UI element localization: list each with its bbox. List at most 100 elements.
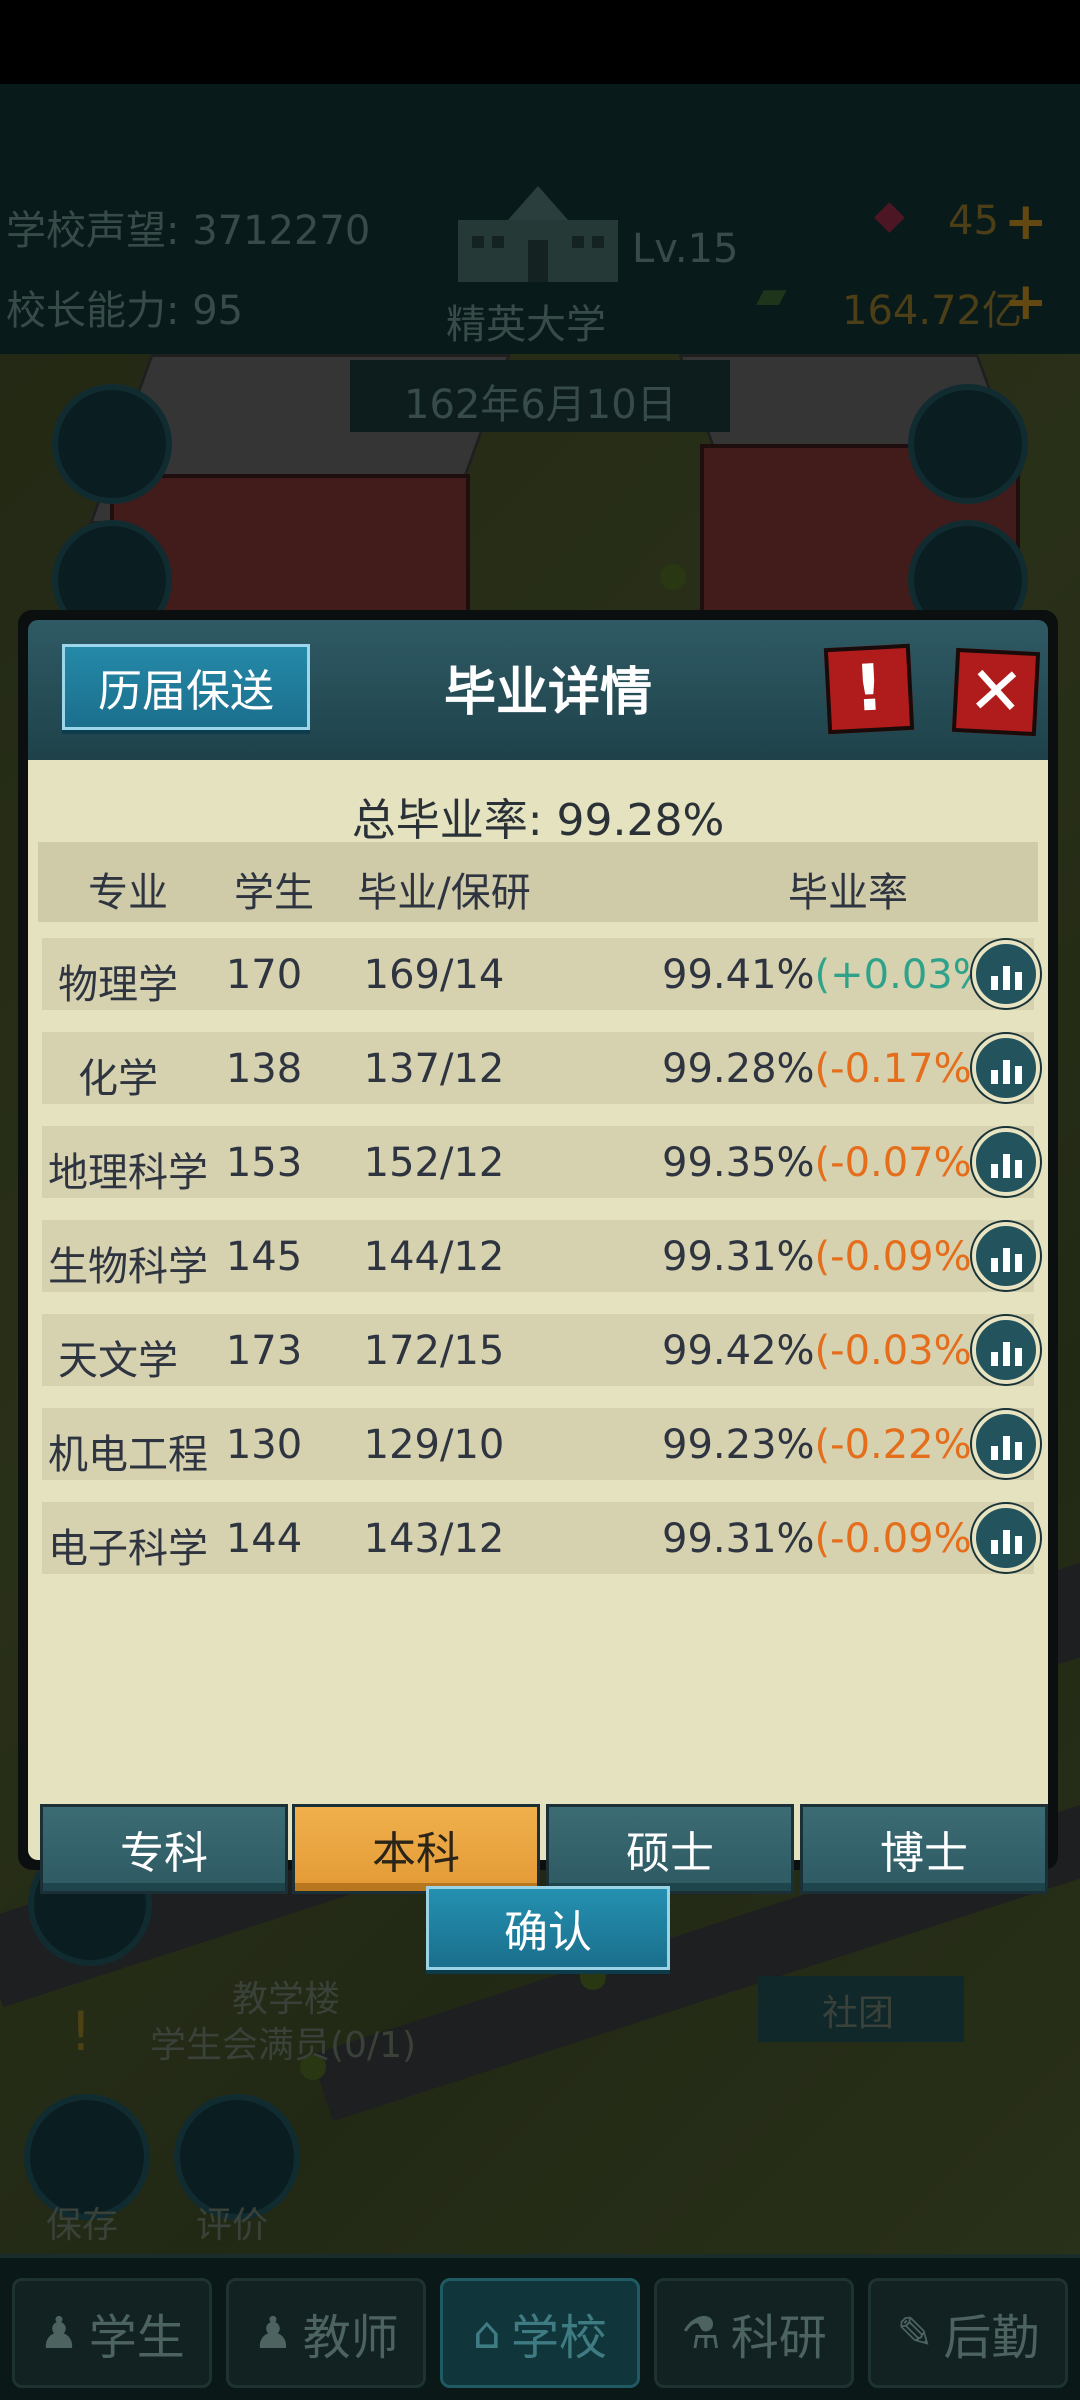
graduated-cell: 152/12 (363, 1140, 505, 1186)
bar-chart-icon (990, 1070, 998, 1084)
rate-value: 99.41% (662, 952, 815, 998)
bar-chart-icon (990, 1446, 998, 1460)
table-row: 电子科学 144 143/12 99.31%(-0.09%) (42, 1502, 1040, 1574)
tab-logistics[interactable]: ✎ 后勤 (868, 2278, 1068, 2388)
rate-cell: 99.35%(-0.07%) (662, 1140, 987, 1186)
exclamation-icon: ! (852, 651, 886, 727)
bar-chart-icon-bar (1002, 1154, 1010, 1178)
tab-research[interactable]: ⚗ 科研 (654, 2278, 854, 2388)
tab-bachelor[interactable]: 本科 (292, 1804, 540, 1894)
major-cell: 电子科学 (48, 1526, 208, 1572)
rate-cell: 99.42%(-0.03%) (662, 1328, 987, 1374)
dialog-title: 毕业详情 (443, 663, 652, 723)
row-chart-button[interactable] (972, 1504, 1040, 1572)
major-cell: 物理学 (58, 962, 178, 1008)
students-cell: 173 (225, 1328, 303, 1374)
students-cell: 153 (225, 1140, 303, 1186)
table-row: 地理科学 153 152/12 99.35%(-0.07%) (42, 1126, 1040, 1198)
research-icon: ⚗ (681, 2307, 721, 2359)
past-recommendations-button[interactable]: 历届保送 (62, 644, 310, 730)
bar-chart-icon-bar (1002, 1248, 1010, 1272)
table-row: 生物科学 145 144/12 99.31%(-0.09%) (42, 1220, 1040, 1292)
table-row: 机电工程 130 129/10 99.23%(-0.22%) (42, 1408, 1040, 1480)
tab-associate[interactable]: 专科 (40, 1804, 288, 1894)
tab-students[interactable]: ♟ 学生 (12, 2278, 212, 2388)
school-icon: ⌂ (473, 2307, 501, 2359)
rate-value: 99.35% (662, 1140, 815, 1186)
bar-chart-icon (990, 1540, 998, 1554)
table-row: 天文学 173 172/15 99.42%(-0.03%) (42, 1314, 1040, 1386)
graduated-cell: 172/15 (363, 1328, 505, 1374)
close-button[interactable]: ✕ (951, 647, 1041, 737)
rate-cell: 99.31%(-0.09%) (662, 1516, 987, 1562)
rate-value: 99.28% (662, 1046, 815, 1092)
bar-chart-icon-bar (1002, 1060, 1010, 1084)
rate-value: 99.31% (662, 1516, 815, 1562)
bar-chart-icon-bar (1002, 966, 1010, 990)
rate-cell: 99.28%(-0.17%) (662, 1046, 987, 1092)
rate-cell: 99.41%(+0.03%) (662, 952, 1006, 998)
rate-delta: (-0.09%) (814, 1234, 988, 1280)
graduated-cell: 144/12 (363, 1234, 505, 1280)
tab-school[interactable]: ⌂ 学校 (440, 2278, 640, 2388)
row-chart-button[interactable] (972, 1316, 1040, 1384)
bottom-nav: ♟ 学生 ♟ 教师 ⌂ 学校 ⚗ 科研 ✎ 后勤 (0, 2254, 1080, 2400)
tab-logistics-label: 后勤 (943, 2310, 1040, 2366)
bar-chart-icon-bar (1002, 1436, 1010, 1460)
rate-cell: 99.23%(-0.22%) (662, 1422, 987, 1468)
major-cell: 天文学 (58, 1338, 178, 1384)
graduated-cell: 169/14 (363, 952, 505, 998)
bar-chart-icon-bar (1014, 1254, 1022, 1272)
bar-chart-icon (990, 1352, 998, 1366)
header-rate: 毕业率 (788, 870, 908, 916)
row-chart-button[interactable] (972, 1222, 1040, 1290)
bar-chart-icon-bar (1014, 1160, 1022, 1178)
dialog-body: 总毕业率: 99.28% 专业 学生 毕业/保研 毕业率 物理学 170 169/1… (28, 760, 1048, 1970)
graduated-cell: 129/10 (363, 1422, 505, 1468)
students-cell: 130 (225, 1422, 303, 1468)
bar-chart-icon-bar (1002, 1342, 1010, 1366)
header-major: 专业 (88, 870, 168, 916)
tab-teachers[interactable]: ♟ 教师 (226, 2278, 426, 2388)
students-cell: 138 (225, 1046, 303, 1092)
row-chart-button[interactable] (972, 1410, 1040, 1478)
row-chart-button[interactable] (972, 1128, 1040, 1196)
teacher-icon: ♟ (253, 2307, 293, 2359)
tab-research-label: 科研 (730, 2310, 827, 2366)
bar-chart-icon-bar (1014, 1442, 1022, 1460)
bar-chart-icon-bar (1002, 1530, 1010, 1554)
row-chart-button[interactable] (972, 1034, 1040, 1102)
rate-cell: 99.31%(-0.09%) (662, 1234, 987, 1280)
close-icon: ✕ (966, 651, 1026, 732)
total-graduation-rate: 总毕业率: 99.28% (351, 795, 725, 846)
status-bar (0, 0, 1080, 84)
logistics-icon: ✎ (896, 2307, 934, 2359)
rate-delta: (-0.09%) (814, 1516, 988, 1562)
table-row: 化学 138 137/12 99.28%(-0.17%) (42, 1032, 1040, 1104)
tab-master[interactable]: 硕士 (546, 1804, 794, 1894)
major-cell: 化学 (78, 1056, 158, 1102)
dialog-header: 历届保送 毕业详情 ! ✕ (28, 620, 1048, 770)
major-cell: 生物科学 (48, 1244, 208, 1290)
rate-delta: (-0.03%) (814, 1328, 988, 1374)
confirm-button[interactable]: 确认 (426, 1886, 670, 1970)
graduated-cell: 137/12 (363, 1046, 505, 1092)
header-students: 学生 (234, 870, 314, 916)
tab-doctorate[interactable]: 博士 (800, 1804, 1048, 1894)
rate-delta: (-0.07%) (814, 1140, 988, 1186)
students-cell: 144 (225, 1516, 303, 1562)
bar-chart-icon (990, 976, 998, 990)
row-chart-button[interactable] (972, 940, 1040, 1008)
major-cell: 机电工程 (48, 1432, 208, 1478)
graduation-details-dialog: 历届保送 毕业详情 ! ✕ 总毕业率: 99.28% 专业 学生 毕业/保研 毕… (18, 610, 1058, 1970)
info-button[interactable]: ! (823, 643, 915, 735)
rate-value: 99.42% (662, 1328, 815, 1374)
bar-chart-icon-bar (1014, 972, 1022, 990)
rate-value: 99.23% (662, 1422, 815, 1468)
header-graduated: 毕业/保研 (357, 870, 531, 916)
tab-students-label: 学生 (88, 2310, 185, 2366)
bar-chart-icon (990, 1164, 998, 1178)
major-cell: 地理科学 (48, 1150, 208, 1196)
rate-delta: (-0.17%) (814, 1046, 988, 1092)
bar-chart-icon-bar (1014, 1536, 1022, 1554)
